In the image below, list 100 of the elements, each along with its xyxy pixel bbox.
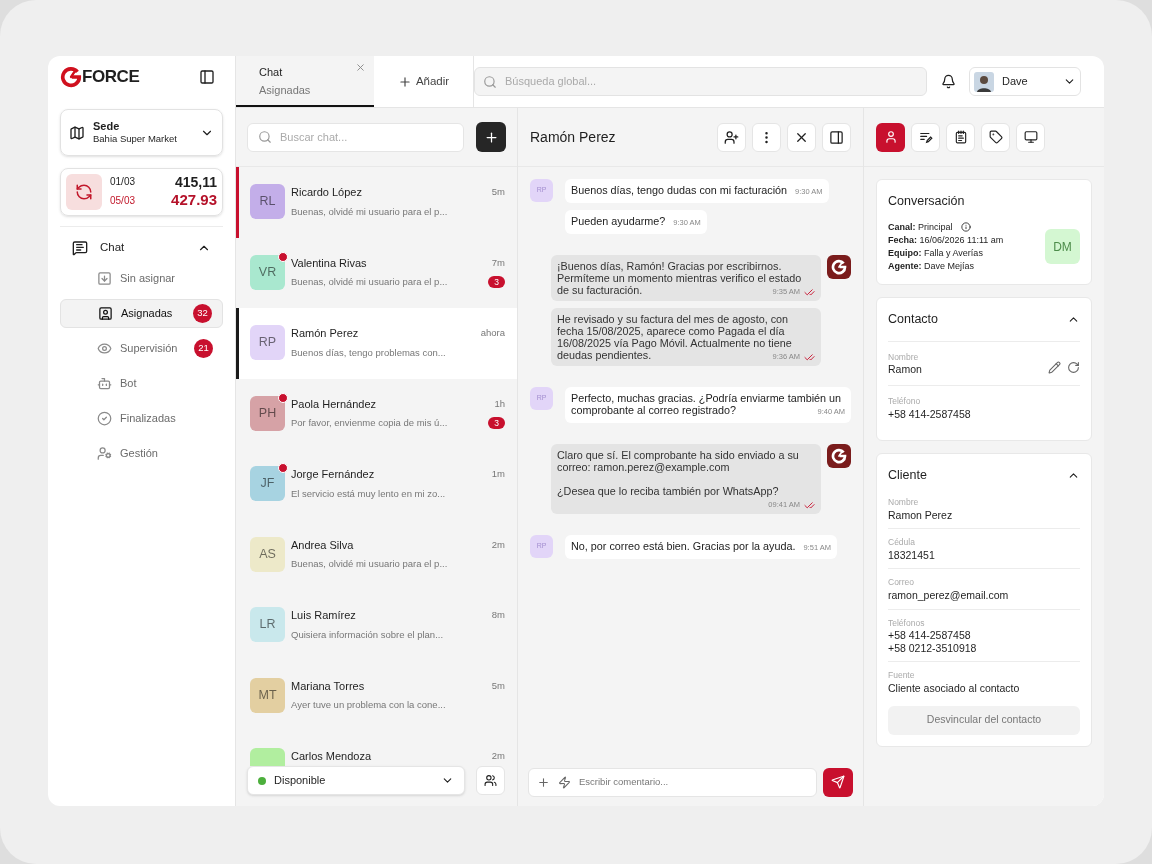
message-preview: Buenos días, tengo problemas con... — [291, 345, 446, 360]
eye-icon — [97, 341, 112, 356]
new-chat-button[interactable] — [476, 122, 506, 152]
nav-item[interactable]: Supervisión 21 — [60, 334, 223, 363]
message-time: 2m — [491, 537, 505, 552]
global-search-field[interactable]: Búsqueda global... — [474, 67, 927, 96]
branch-selector[interactable]: Sede Bahia Super Market — [60, 109, 223, 156]
send-icon — [831, 775, 845, 789]
notepad-icon — [953, 130, 968, 144]
conversation-item[interactable]: MT Mariana Torres 5m Ayer tuve un problema con la cone... — [236, 660, 517, 731]
field-label: Teléfonos — [888, 616, 926, 630]
conversation-item[interactable]: Carlos Mendoza 2m — [236, 731, 517, 766]
conversation-item[interactable]: PH Paola Hernández 1h Por favor, envienme copia de mis ú... 3 — [236, 378, 517, 449]
availability-selector[interactable]: Disponible — [247, 766, 465, 795]
user-avatar-icon — [974, 71, 994, 92]
field-label: Fuente — [888, 669, 916, 682]
contact-name: Valentina Rivas — [291, 255, 367, 271]
collapse-sidebar-button[interactable] — [199, 69, 215, 85]
send-button[interactable] — [823, 767, 853, 797]
team-button[interactable] — [476, 766, 505, 795]
conversation-item[interactable]: AS Andrea Silva 2m Buenas, olvidé mi usuario para el p... — [236, 519, 517, 590]
contact-avatar: AS — [250, 536, 285, 572]
field-label: Nombre — [888, 350, 920, 364]
brand-name: FORCE — [82, 66, 140, 89]
logo-icon — [60, 66, 82, 88]
nav-item[interactable]: Gestión — [60, 439, 223, 468]
close-icon[interactable] — [355, 62, 366, 73]
conversation-item[interactable]: RP Ramón Perez ahora Buenos días, tengo problemas con... — [236, 308, 517, 379]
field-label: Correo — [888, 576, 915, 589]
conversation-item[interactable]: VR Valentina Rivas 7m Buenas, olvidé mi usuario para el p... 3 — [236, 237, 517, 308]
nav-item[interactable]: Asignadas 32 — [60, 299, 223, 328]
user-menu[interactable]: Dave — [969, 67, 1081, 96]
contact-name: Jorge Fernández — [291, 467, 375, 482]
toggle-panel-button[interactable] — [822, 122, 851, 152]
message-preview: Buenas, olvidé mi usuario para el p... — [291, 204, 448, 219]
message-preview: El servicio está muy lento en mi zo... — [291, 486, 446, 501]
notes-tab[interactable] — [911, 122, 940, 152]
unread-count-badge: 3 — [488, 276, 505, 289]
assign-user-button[interactable] — [717, 122, 746, 152]
comment-field[interactable]: Escribir comentario... — [528, 767, 817, 797]
receipt-tab[interactable] — [946, 122, 975, 152]
nav-item[interactable]: Bot — [60, 369, 223, 398]
chat-icon — [72, 240, 88, 256]
contact-avatar: JF — [250, 466, 285, 501]
field-value: ramon_perez@email.com — [888, 589, 1010, 602]
plus-icon — [483, 129, 499, 145]
field-value: +58 0212-3510918 — [888, 641, 978, 655]
field-label: Teléfono — [888, 394, 922, 408]
info-row: Fecha: 16/06/2026 11:11 am — [888, 233, 1004, 247]
refresh-icon[interactable] — [1067, 360, 1080, 374]
tags-tab[interactable] — [981, 122, 1010, 152]
contact-avatar: LR — [250, 607, 285, 642]
search-icon — [483, 74, 497, 89]
field-value: Ramon Perez — [888, 508, 954, 521]
user-gear-icon — [97, 446, 112, 461]
search-icon — [258, 130, 272, 144]
user-icon — [883, 130, 898, 144]
notifications-icon[interactable] — [941, 74, 956, 89]
comment-input[interactable]: Escribir comentario... — [579, 774, 808, 790]
global-search-input[interactable]: Búsqueda global... — [505, 73, 918, 90]
field-value: Cliente asociado al contacto — [888, 682, 1021, 695]
contact-avatar: PH — [250, 395, 285, 431]
close-button[interactable] — [787, 122, 816, 152]
message-time: 7m — [491, 255, 505, 270]
section-header[interactable]: Cliente — [888, 466, 1080, 485]
user-badge-icon — [98, 306, 113, 321]
unlink-contact-button[interactable]: Desvincular del contacto — [888, 705, 1080, 735]
contact-avatar: VR — [250, 254, 285, 290]
count-badge: 21 — [194, 339, 213, 358]
conversation-item[interactable]: JF Jorge Fernández 1m El servicio está muy lento en mi zo... — [236, 449, 517, 520]
contact-name: Ricardo López — [291, 185, 362, 200]
message-preview: Buenas, olvidé mi usuario para el p... — [291, 557, 448, 571]
tag-icon — [988, 130, 1003, 144]
unread-count-badge: 3 — [488, 417, 505, 430]
contact-tab[interactable] — [876, 122, 905, 152]
message-preview: Buenas, olvidé mi usuario para el p... — [291, 275, 448, 289]
contact-avatar: RP — [250, 325, 285, 360]
tab-subtitle: Asignadas — [259, 83, 311, 98]
contact-name: Paola Hernández — [291, 396, 376, 412]
screen-tab[interactable] — [1016, 122, 1045, 152]
section-header[interactable]: Contacto — [888, 309, 1080, 329]
nav-item[interactable]: Sin asignar — [60, 264, 223, 293]
message-preview: Ayer tuve un problema con la cone... — [291, 698, 446, 712]
edit-icon[interactable] — [1048, 360, 1061, 374]
nav-item[interactable]: Finalizadas — [60, 404, 223, 433]
chat-search-field[interactable]: Buscar chat... — [247, 122, 464, 152]
nav-group[interactable]: Chat — [60, 237, 223, 259]
rate-date: 01/03 — [110, 176, 136, 189]
workspace-tab[interactable]: Chat Asignadas — [236, 56, 374, 107]
message-time: 8m — [491, 608, 505, 623]
conversation-item[interactable]: LR Luis Ramírez 8m Quisiera información sobre el plan... — [236, 590, 517, 661]
contact-name: Ramón Perez — [291, 326, 359, 341]
map-icon — [69, 124, 85, 141]
rate-value: 415,11 — [173, 173, 217, 192]
robot-icon — [97, 376, 112, 391]
card-title: Conversación — [888, 193, 966, 210]
conversation-item[interactable]: RL Ricardo López 5m Buenas, olvidé mi usuario para el p... — [236, 167, 517, 238]
message-preview: Por favor, envienme copia de mis ú... — [291, 416, 448, 430]
chat-search-input[interactable]: Buscar chat... — [280, 128, 453, 146]
field-value: +58 414-2587458 — [888, 629, 972, 642]
